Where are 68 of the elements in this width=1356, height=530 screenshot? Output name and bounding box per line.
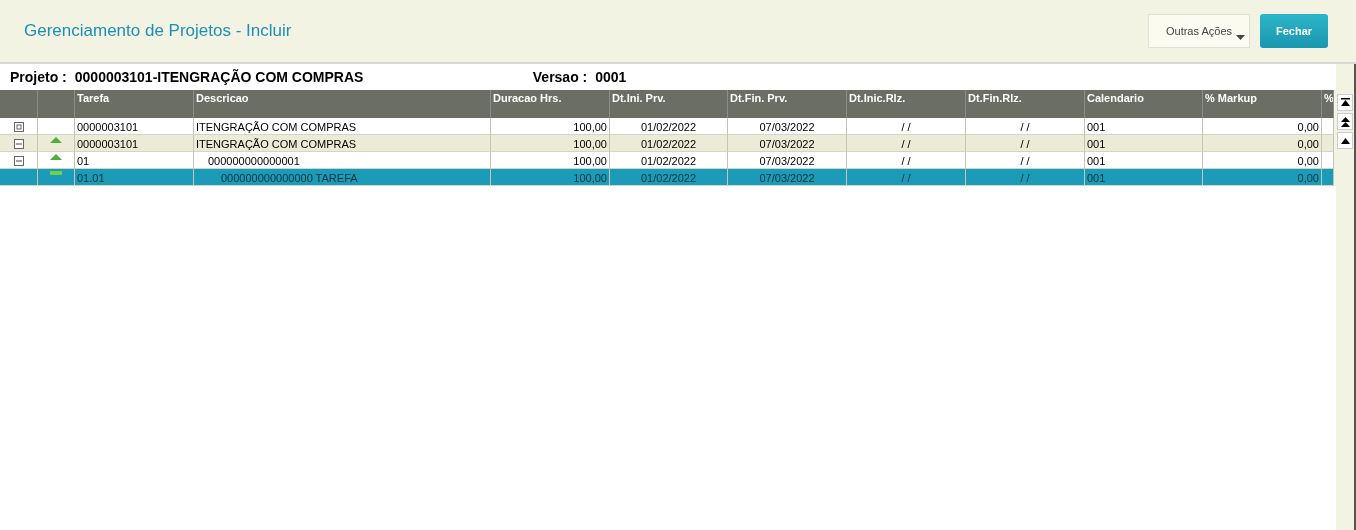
table-cell <box>1322 169 1334 186</box>
table-cell: 0,00 <box>1203 118 1322 135</box>
table-cell: / / <box>966 118 1085 135</box>
project-label: Projeto : <box>10 69 67 85</box>
up-icon <box>1340 137 1350 144</box>
version-value: 0001 <box>595 69 627 85</box>
table-cell: 01/02/2022 <box>610 135 728 152</box>
table-cell: 07/03/2022 <box>728 135 847 152</box>
column-header: Tarefa <box>75 90 194 118</box>
table-cell: 07/03/2022 <box>728 152 847 169</box>
more-actions-button[interactable]: Outras Ações <box>1148 14 1250 48</box>
table-cell: 0,00 <box>1203 169 1322 186</box>
node-box-icon[interactable] <box>13 122 24 132</box>
table-cell: 01.01 <box>75 169 194 186</box>
table-cell: / / <box>847 118 966 135</box>
table-cell: 001 <box>1085 118 1203 135</box>
column-header: Dt.Fin. Prv. <box>728 90 847 118</box>
collapse-icon[interactable] <box>13 156 24 166</box>
table-cell: 01/02/2022 <box>610 169 728 186</box>
table-cell: 001 <box>1085 135 1203 152</box>
table-cell <box>1322 135 1334 152</box>
table-cell: 0,00 <box>1203 135 1322 152</box>
table-cell: 0000003101 <box>75 135 194 152</box>
table-cell: 100,00 <box>491 152 610 169</box>
table-cell: 000000000000001 <box>194 152 491 169</box>
table-cell: / / <box>966 169 1085 186</box>
scroll-up-button[interactable] <box>1337 132 1353 149</box>
table-cell: ITENGRAÇÃO COM COMPRAS <box>194 118 491 135</box>
column-header: Dt.Ini. Prv. <box>610 90 728 118</box>
table-cell: / / <box>847 135 966 152</box>
scroll-top-icon <box>1340 98 1350 107</box>
scroll-top-button[interactable] <box>1337 94 1353 111</box>
window-title: Gerenciamento de Projetos - Incluir <box>24 21 293 41</box>
column-header: % Markup <box>1203 90 1322 118</box>
table-cell: / / <box>966 135 1085 152</box>
table-cell: 100,00 <box>491 169 610 186</box>
table-cell: 0,00 <box>1203 152 1322 169</box>
column-header: % <box>1322 90 1334 118</box>
collapse-icon[interactable] <box>13 139 24 149</box>
column-header: Descricao <box>194 90 491 118</box>
table-cell: 001 <box>1085 152 1203 169</box>
page-up-button[interactable] <box>1337 113 1353 130</box>
table-cell: 100,00 <box>491 118 610 135</box>
table-cell: / / <box>847 152 966 169</box>
table-cell: 07/03/2022 <box>728 118 847 135</box>
table-cell: 07/03/2022 <box>728 169 847 186</box>
column-header: Duracao Hrs. <box>491 90 610 118</box>
column-header: Dt.Inic.Rlz. <box>847 90 966 118</box>
column-header <box>38 90 75 118</box>
version-label: Versao : <box>532 69 588 85</box>
caret-icon <box>1236 35 1245 40</box>
table-cell: 01/02/2022 <box>610 118 728 135</box>
table-cell: 001 <box>1085 169 1203 186</box>
table-cell: / / <box>966 152 1085 169</box>
table-cell: 000000000000000 TAREFA <box>194 169 491 186</box>
column-header <box>0 90 38 118</box>
table-cell <box>1322 152 1334 169</box>
table-cell: ITENGRAÇÃO COM COMPRAS <box>194 135 491 152</box>
project-value: 0000003101-ITENGRAÇÃO COM COMPRAS <box>74 69 365 85</box>
table-cell <box>1322 118 1334 135</box>
column-header: Calendario <box>1085 90 1203 118</box>
table-cell: 01/02/2022 <box>610 152 728 169</box>
table-cell: 0000003101 <box>75 118 194 135</box>
column-header: Dt.Fin.Rlz. <box>966 90 1085 118</box>
double-up-icon <box>1340 116 1350 127</box>
table-cell: / / <box>847 169 966 186</box>
table-cell: 01 <box>75 152 194 169</box>
table-cell: 100,00 <box>491 135 610 152</box>
